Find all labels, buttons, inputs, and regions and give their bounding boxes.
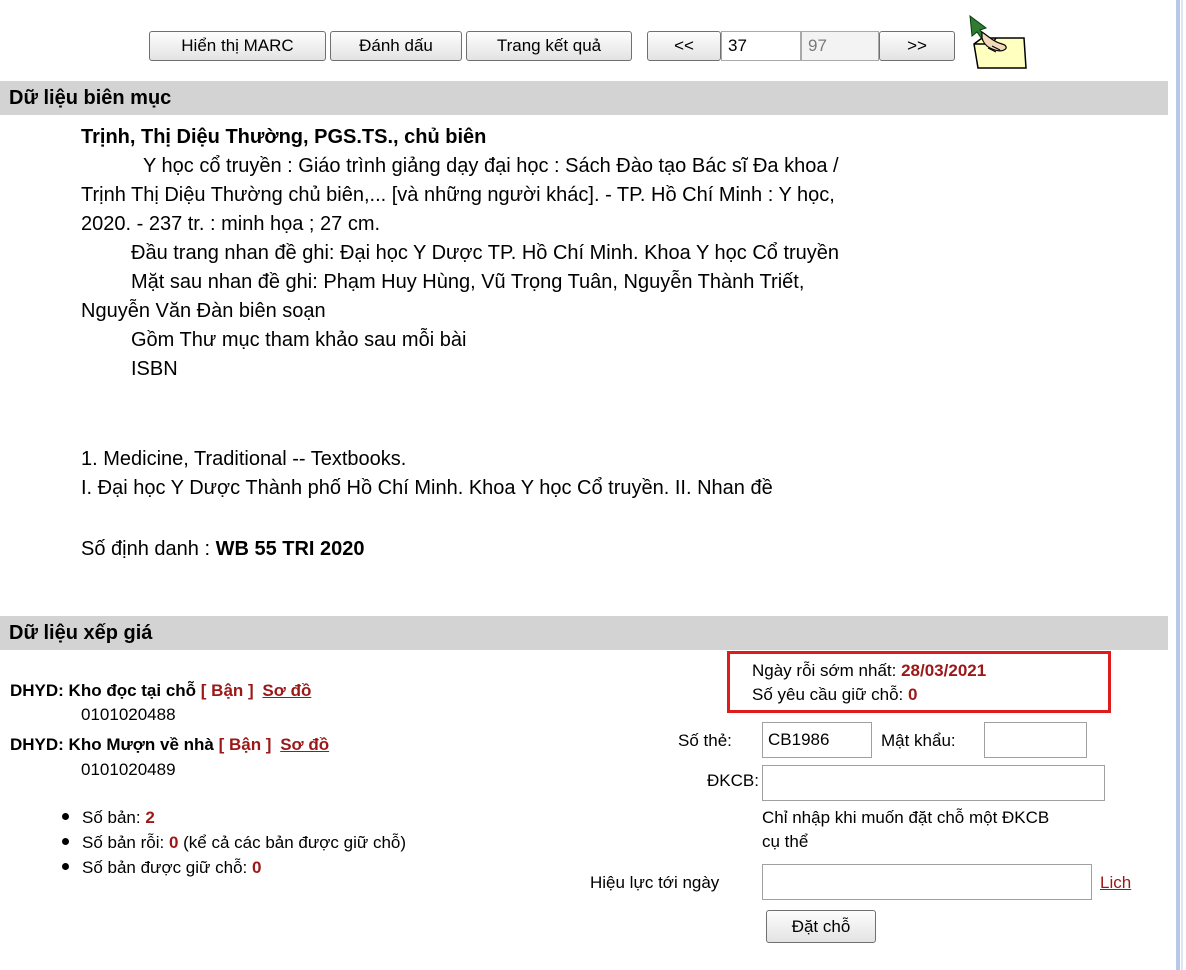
valid-until-input[interactable] xyxy=(762,864,1092,900)
held-copies-label: Số bản được giữ chỗ: xyxy=(82,858,252,877)
location-status: [ Bận ] xyxy=(218,735,272,754)
location-status: [ Bận ] xyxy=(200,681,254,700)
pointing-hand-folder-icon[interactable] xyxy=(968,14,1032,70)
location-name: DHYD: Kho Mượn về nhà xyxy=(10,735,214,754)
call-number-value: WB 55 TRI 2020 xyxy=(215,538,365,560)
results-page-button[interactable]: Trang kết quả xyxy=(466,31,632,61)
added-entries: I. Đại học Y Dược Thành phố Hồ Chí Minh.… xyxy=(81,477,773,499)
author-heading: Trịnh, Thị Diệu Thường, PGS.TS., chủ biê… xyxy=(81,126,487,148)
barcode-hint-line-1: Chỉ nhập khi muốn đặt chỗ một ĐKCB xyxy=(762,808,1050,827)
card-number-input[interactable]: CB1986 xyxy=(762,722,872,758)
mark-button[interactable]: Đánh dấu xyxy=(330,31,462,61)
reservation-requests-value: 0 xyxy=(907,685,918,704)
location-barcode: 0101020488 xyxy=(81,705,176,724)
card-number-label: Số thẻ: xyxy=(678,731,732,750)
bullet-icon xyxy=(62,813,69,821)
held-copies-item: Số bản được giữ chỗ: 0 xyxy=(62,858,261,878)
title-line-3: 2020. - 237 tr. : minh họa ; 27 cm. xyxy=(81,213,381,235)
location-row: DHYD: Kho đọc tại chỗ [ Bận ] Sơ đồ xyxy=(10,681,311,701)
barcode-label: ĐKCB: xyxy=(707,771,759,790)
reservation-requests-line: Số yêu cầu giữ chỗ: 0 xyxy=(752,685,917,705)
valid-until-label: Hiệu lực tới ngày xyxy=(590,873,720,892)
call-number-line: Số định danh : WB 55 TRI 2020 xyxy=(81,535,365,564)
note-isbn: ISBN xyxy=(131,358,178,380)
location-barcode: 0101020489 xyxy=(81,760,176,779)
earliest-available-label: Ngày rỗi sớm nhất: xyxy=(752,661,902,680)
right-edge-bar xyxy=(1176,0,1180,970)
password-input[interactable] xyxy=(984,722,1087,758)
barcode-input[interactable] xyxy=(762,765,1105,801)
note-bibliography: Gồm Thư mục tham khảo sau mỗi bài xyxy=(131,329,467,351)
prev-record-button[interactable]: << xyxy=(647,31,721,61)
total-records-field: 97 xyxy=(801,31,879,61)
held-copies-value: 0 xyxy=(252,858,262,877)
title-line-2: Trịnh Thị Diệu Thường chủ biên,... [và n… xyxy=(81,184,835,206)
note-verso-line-2: Nguyễn Văn Đàn biên soạn xyxy=(81,300,326,322)
call-number-label: Số định danh : xyxy=(81,538,216,560)
next-record-button[interactable]: >> xyxy=(879,31,955,61)
right-edge-bar-light xyxy=(1181,0,1183,970)
reserve-button[interactable]: Đặt chỗ xyxy=(766,910,876,943)
copies-count-item: Số bản: 2 xyxy=(62,808,155,828)
password-label: Mật khẩu: xyxy=(881,731,956,750)
note-header-title: Đầu trang nhan đề ghi: Đại học Y Dược TP… xyxy=(131,242,840,264)
location-name: DHYD: Kho đọc tại chỗ xyxy=(10,681,197,700)
free-copies-label: Số bản rỗi: xyxy=(82,833,169,852)
copies-label: Số bản: xyxy=(82,808,146,827)
note-verso-line-1: Mặt sau nhan đề ghi: Phạm Huy Hùng, Vũ T… xyxy=(131,271,805,293)
earliest-available-date: 28/03/2021 xyxy=(901,661,987,680)
holdings-section-header: Dữ liệu xếp giá xyxy=(0,616,1168,650)
current-record-input[interactable]: 37 xyxy=(721,31,801,61)
calendar-link[interactable]: Lich xyxy=(1100,873,1131,893)
reservation-requests-label: Số yêu cầu giữ chỗ: xyxy=(752,685,908,704)
title-line-1: Y học cổ truyền : Giáo trình giảng dạy đ… xyxy=(143,155,839,177)
free-copies-note: (kể cả các bản được giữ chỗ) xyxy=(178,833,407,852)
copies-value: 2 xyxy=(145,808,155,827)
barcode-hint-line-2: cụ thể xyxy=(762,832,809,851)
earliest-available-line: Ngày rỗi sớm nhất: 28/03/2021 xyxy=(752,661,986,681)
subject-heading: 1. Medicine, Traditional -- Textbooks. xyxy=(81,448,407,470)
bullet-icon xyxy=(62,838,69,846)
free-copies-item: Số bản rỗi: 0 (kể cả các bản được giữ ch… xyxy=(62,833,406,853)
show-marc-button[interactable]: Hiển thị MARC xyxy=(149,31,326,61)
location-map-link[interactable]: Sơ đồ xyxy=(280,735,329,754)
catalog-section-header: Dữ liệu biên mục xyxy=(0,81,1168,115)
bullet-icon xyxy=(62,863,69,871)
free-copies-value: 0 xyxy=(168,833,179,852)
location-row: DHYD: Kho Mượn về nhà [ Bận ] Sơ đồ xyxy=(10,735,329,755)
location-map-link[interactable]: Sơ đồ xyxy=(262,681,311,700)
